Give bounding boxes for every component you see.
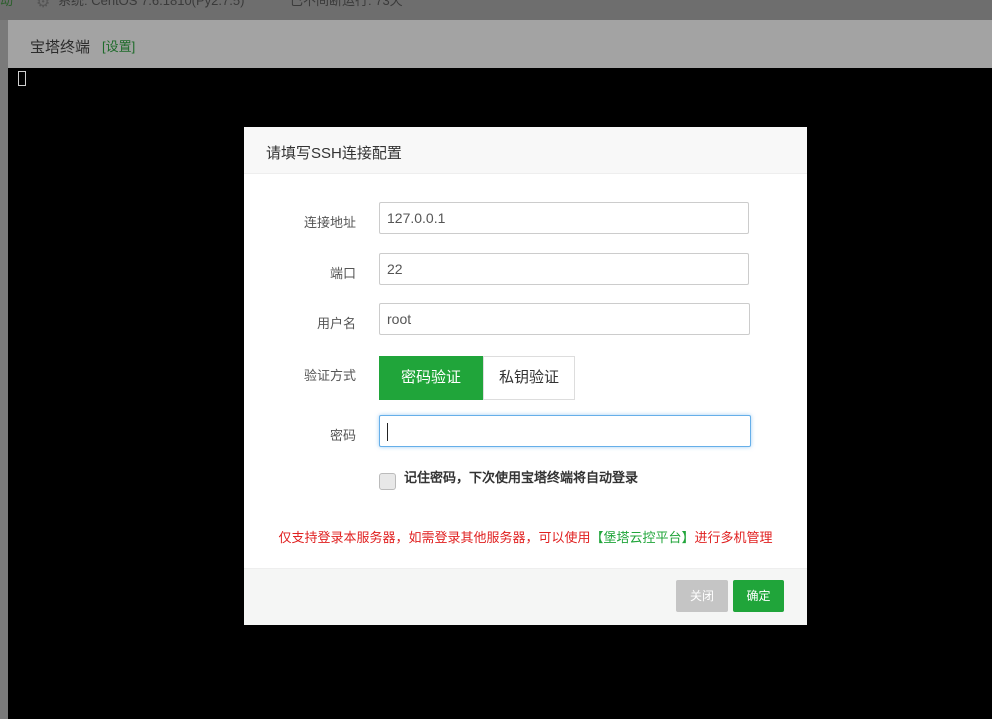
- host-input[interactable]: 127.0.0.1: [379, 202, 749, 234]
- dialog-header: 请填写SSH连接配置: [244, 127, 807, 174]
- backdrop-edge-text: 动: [0, 0, 14, 8]
- notice-text-after: 进行多机管理: [694, 530, 773, 545]
- dialog-footer: 关闭 确定: [244, 568, 807, 625]
- password-label: 密码: [329, 428, 356, 443]
- key-auth-button[interactable]: 私钥验证: [483, 356, 575, 400]
- username-input[interactable]: root: [379, 303, 750, 335]
- password-input[interactable]: [379, 415, 751, 447]
- dialog-title: 请填写SSH连接配置: [266, 145, 402, 162]
- backdrop-status-bar: 动 ⚙ 系统: CentOS 7.6.1810(Py2.7.5) 已不间断运行:…: [0, 0, 992, 20]
- gear-icon: ⚙: [36, 0, 51, 11]
- cloud-control-link[interactable]: 【堡塔云控平台】: [590, 530, 694, 545]
- auth-method-label: 验证方式: [303, 368, 356, 383]
- terminal-header: 宝塔终端 [设置]: [8, 20, 992, 69]
- port-input[interactable]: 22: [379, 253, 749, 285]
- host-label: 连接地址: [303, 215, 356, 230]
- uptime-info: 已不间断运行: 73天: [290, 0, 403, 8]
- confirm-button[interactable]: 确定: [733, 580, 784, 612]
- close-button[interactable]: 关闭: [676, 580, 728, 612]
- remember-password-checkbox[interactable]: [379, 473, 396, 490]
- ssh-config-dialog: 请填写SSH连接配置 连接地址 127.0.0.1 端口 22 用户名 root…: [244, 127, 807, 625]
- login-notice: 仅支持登录本服务器，如需登录其他服务器，可以使用【堡塔云控平台】进行多机管理: [244, 527, 807, 546]
- text-caret: [387, 423, 388, 442]
- terminal-settings-link[interactable]: [设置]: [102, 36, 135, 55]
- remember-password-label: 记住密码，下次使用宝塔终端将自动登录: [404, 470, 639, 485]
- terminal-cursor: [18, 71, 26, 86]
- backdrop-sidebar-edge: [0, 20, 8, 719]
- password-auth-button[interactable]: 密码验证: [379, 356, 483, 400]
- terminal-title: 宝塔终端: [30, 39, 91, 56]
- notice-text-before: 仅支持登录本服务器，如需登录其他服务器，可以使用: [278, 530, 591, 545]
- username-label: 用户名: [316, 316, 356, 331]
- port-label: 端口: [329, 266, 356, 281]
- system-info: 系统: CentOS 7.6.1810(Py2.7.5): [58, 0, 245, 8]
